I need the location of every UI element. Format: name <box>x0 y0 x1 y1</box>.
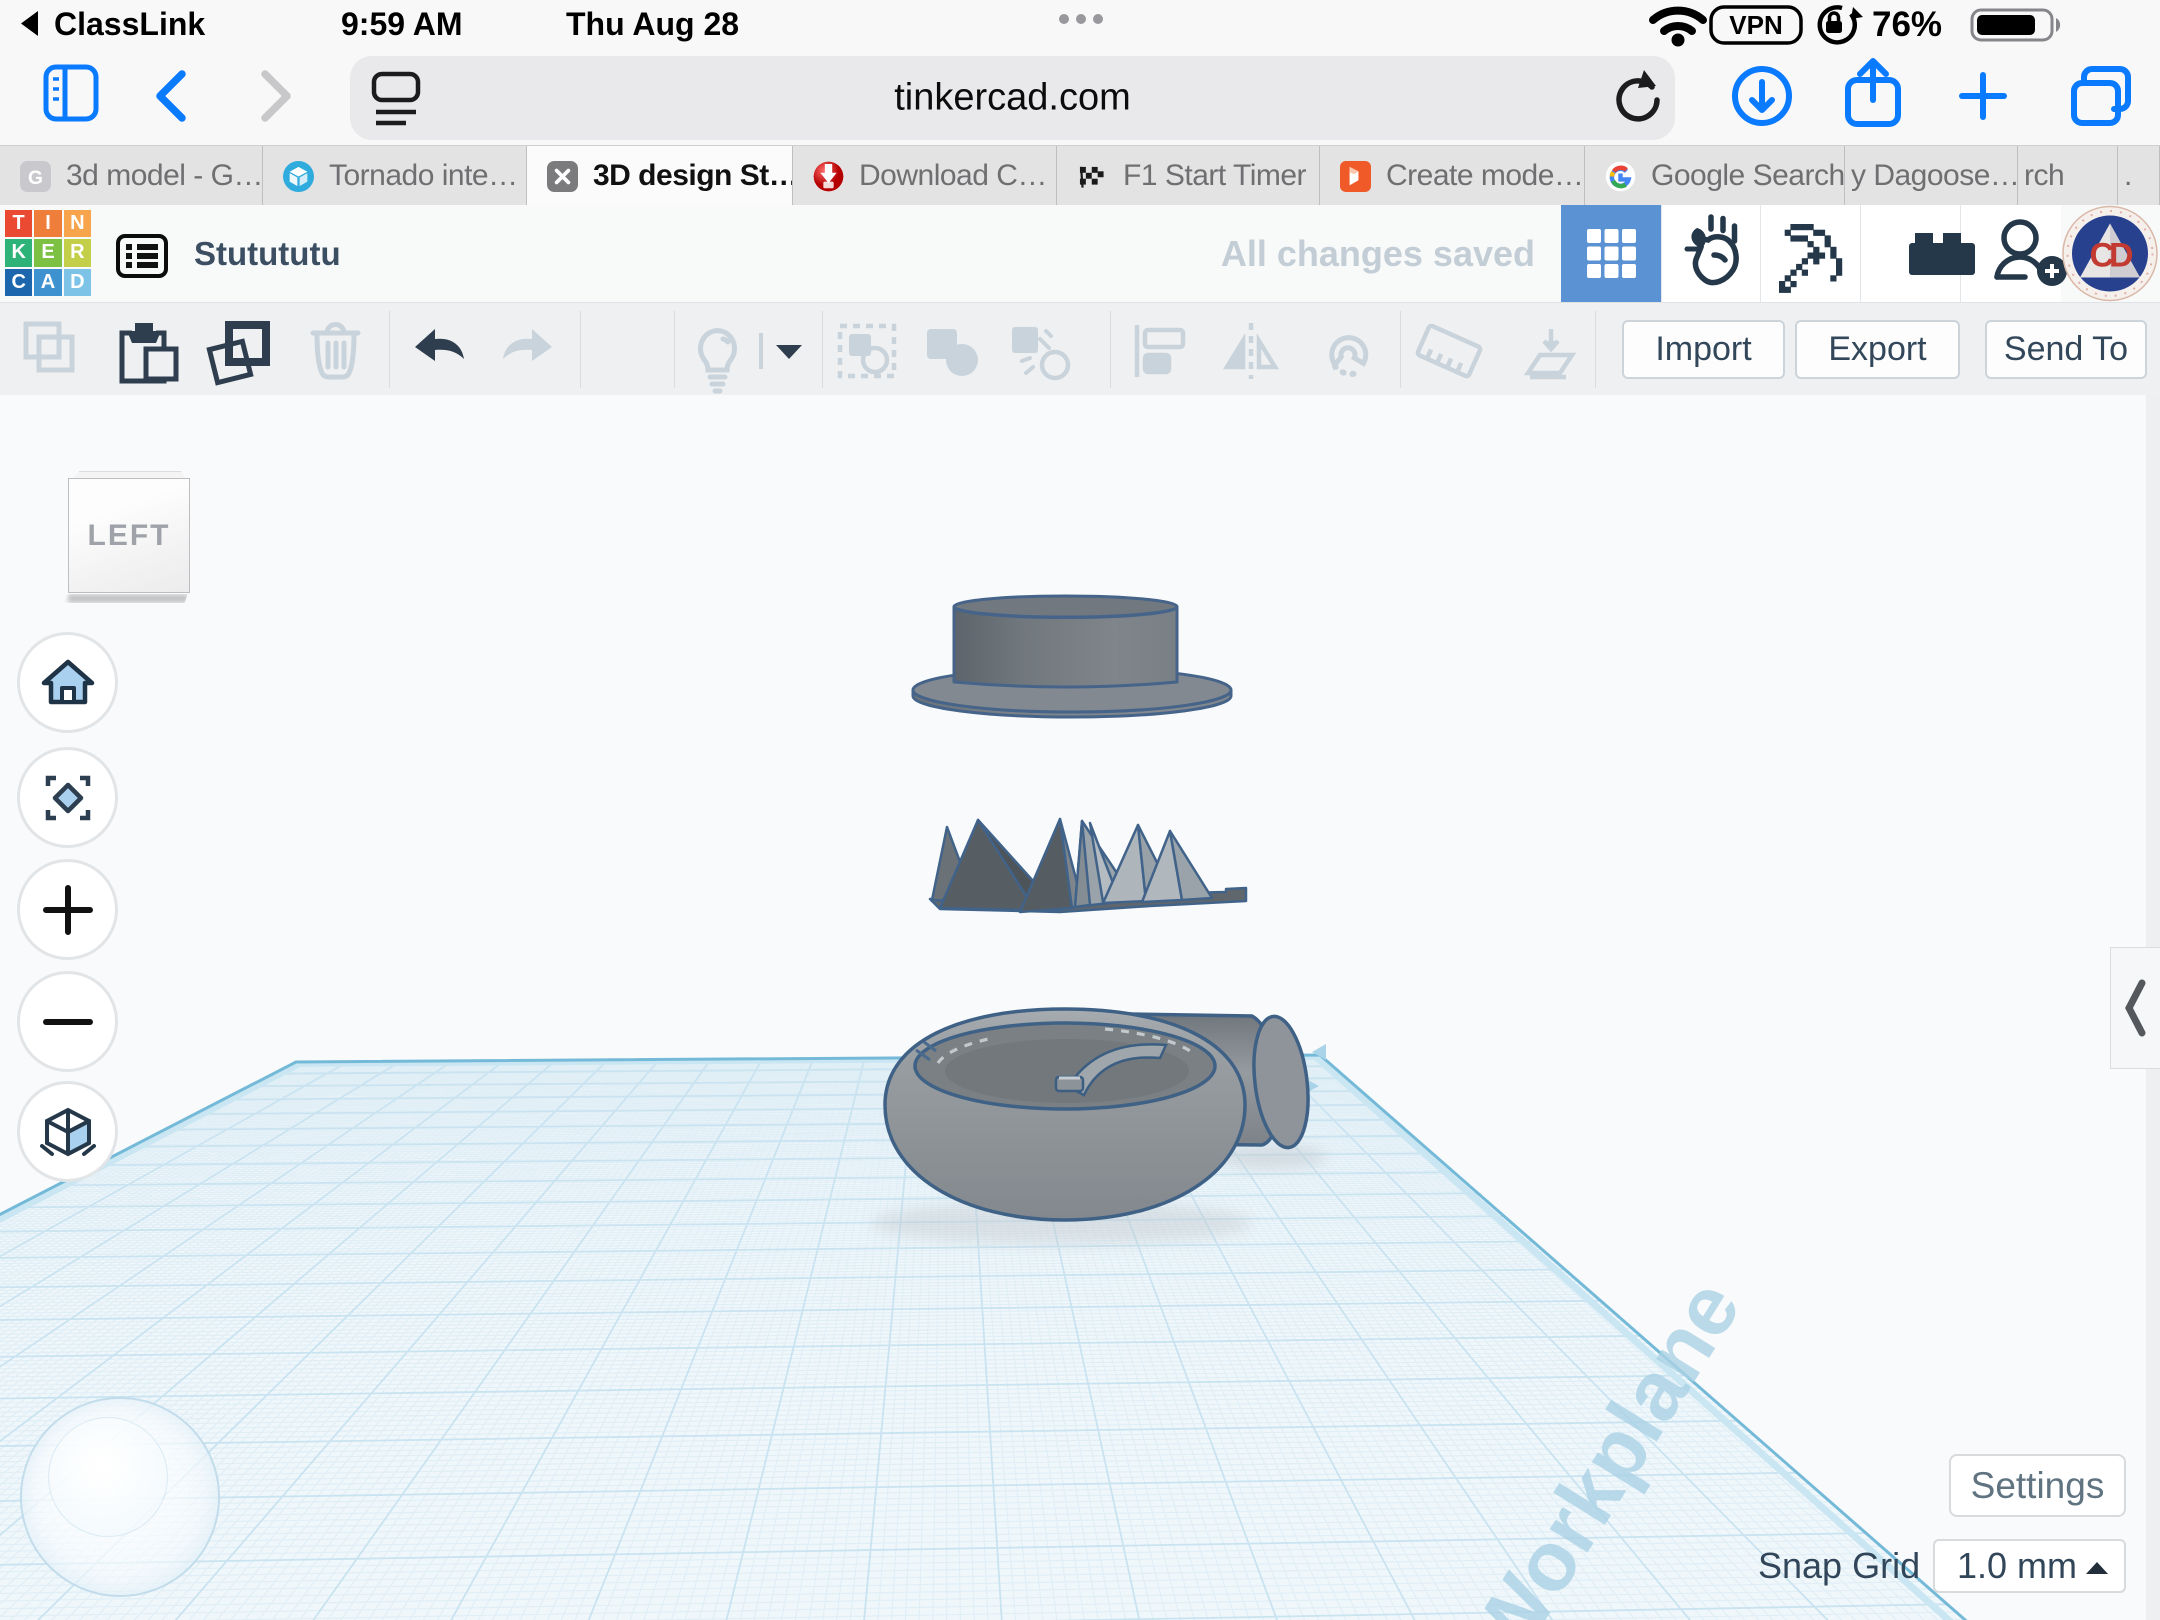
svg-text:CD: CD <box>2089 237 2133 275</box>
svg-text:G: G <box>28 167 43 188</box>
svg-text:9:59 AM: 9:59 AM <box>341 6 463 42</box>
svg-text:VPN: VPN <box>1729 10 1782 40</box>
svg-text:ClassLink: ClassLink <box>54 6 205 42</box>
svg-text:76%: 76% <box>1872 5 1942 44</box>
svg-text:Thu Aug 28: Thu Aug 28 <box>566 6 739 42</box>
